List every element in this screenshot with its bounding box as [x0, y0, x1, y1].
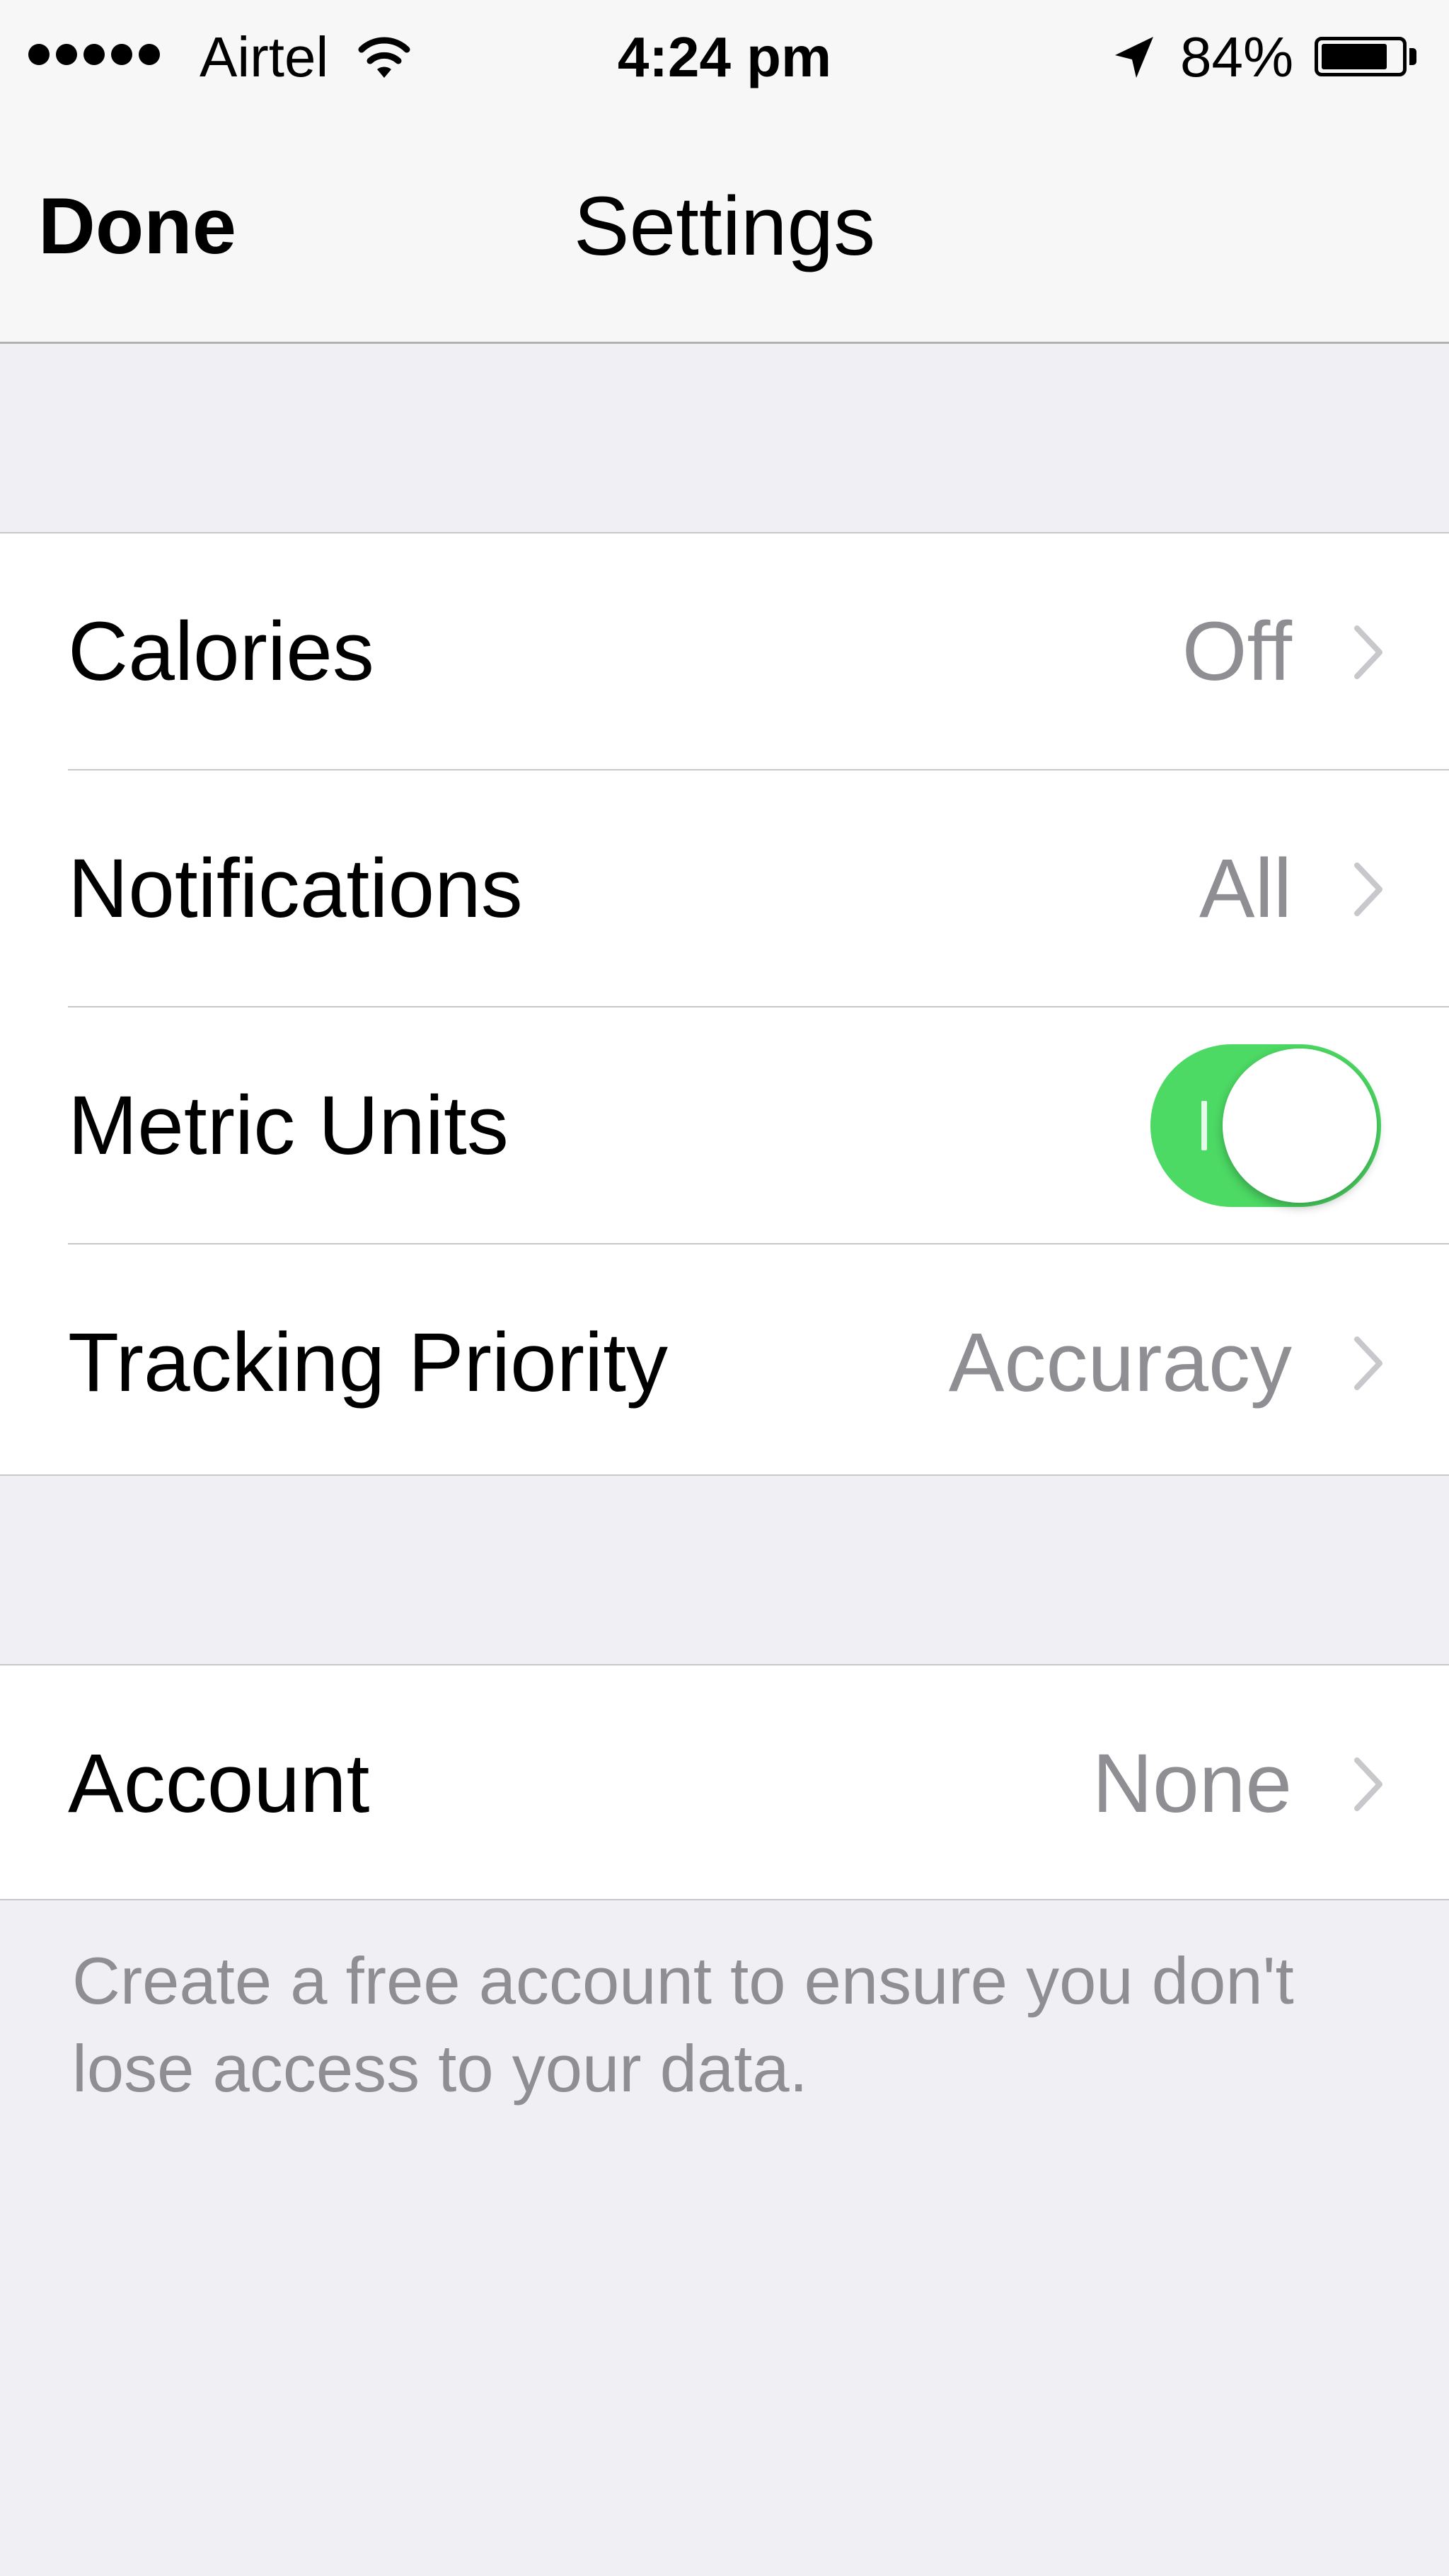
tracking-priority-value: Accuracy	[948, 1315, 1292, 1409]
tracking-priority-label: Tracking Priority	[68, 1315, 669, 1409]
notifications-row[interactable]: Notifications All	[0, 770, 1449, 1006]
settings-screen: Airtel 4:24 pm 84% Done Settings Calorie…	[0, 0, 1449, 2576]
page-title: Settings	[573, 180, 876, 273]
calories-value: Off	[1182, 604, 1292, 698]
notifications-value: All	[1199, 841, 1292, 935]
account-value: None	[1092, 1736, 1292, 1830]
account-footer-note: Create a free account to ensure you don'…	[72, 1943, 1294, 2106]
battery-level-fill	[1322, 44, 1387, 69]
account-row[interactable]: Account None	[0, 1665, 1449, 1901]
navigation-bar: Done Settings	[0, 113, 1449, 344]
metric-units-toggle[interactable]	[1150, 1044, 1381, 1207]
chevron-right-icon	[1354, 625, 1382, 679]
chevron-right-icon	[1354, 1336, 1382, 1390]
calories-row[interactable]: Calories Off	[0, 533, 1449, 769]
battery-icon	[1315, 37, 1407, 76]
metric-units-label: Metric Units	[68, 1078, 509, 1172]
tracking-priority-row[interactable]: Tracking Priority Accuracy	[0, 1244, 1449, 1480]
metric-units-row: Metric Units	[0, 1007, 1449, 1243]
battery-tip	[1409, 48, 1416, 65]
toggle-knob	[1223, 1049, 1377, 1203]
toggle-on-mark	[1201, 1101, 1207, 1150]
account-label: Account	[68, 1736, 370, 1830]
settings-group: Calories Off Notifications All Metric Un…	[0, 532, 1449, 1476]
account-group: Account None	[0, 1664, 1449, 1900]
battery-percent: 84%	[1180, 25, 1294, 88]
calories-label: Calories	[68, 604, 374, 698]
status-bar: Airtel 4:24 pm 84%	[0, 0, 1449, 113]
location-arrow-icon	[1115, 37, 1153, 78]
chevron-right-icon	[1354, 1757, 1382, 1811]
notifications-label: Notifications	[68, 841, 523, 935]
chevron-right-icon	[1354, 862, 1382, 916]
